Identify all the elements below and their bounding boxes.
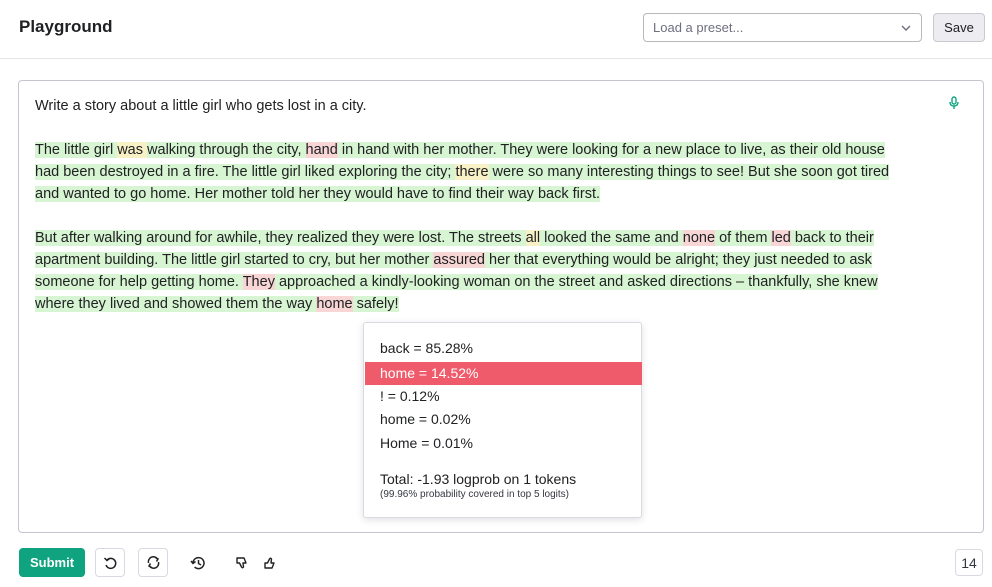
token-span[interactable]: were so many interesting things to see! … [488, 164, 890, 180]
token-span[interactable]: apartment building. The little girl star… [35, 252, 434, 268]
text-line: and wanted to go home. Her mother told h… [35, 186, 600, 202]
token-span[interactable]: all [525, 230, 541, 246]
text-line: where they lived and showed them the way… [35, 296, 399, 312]
token-span[interactable]: hand [305, 142, 338, 158]
prompt-line: Write a story about a little girl who ge… [35, 98, 367, 114]
token-span[interactable]: approached a kindly-looking woman on the… [274, 274, 878, 290]
token-span[interactable]: of them [715, 230, 772, 246]
token-span[interactable]: home [316, 296, 353, 312]
token-span[interactable]: walking through the city, [147, 142, 306, 158]
story-paragraph-2: But after walking around for awhile, the… [35, 227, 950, 315]
thumbs-down-icon [235, 556, 249, 570]
thumbs-up-icon [263, 556, 277, 570]
page-title: Playground [19, 17, 113, 36]
token-span[interactable]: in hand with her mother. They were looki… [337, 142, 885, 158]
save-button[interactable]: Save [933, 13, 985, 42]
text-line: had been destroyed in a fire. The little… [35, 164, 890, 180]
thumbs-down-button[interactable] [228, 548, 256, 577]
token-option[interactable]: home = 0.02% [365, 408, 642, 431]
preset-select[interactable]: Load a preset... [643, 13, 922, 42]
undo-button[interactable] [95, 548, 125, 577]
token-span[interactable]: her that everything would be alright; th… [485, 252, 872, 268]
token-span[interactable]: But after walking around for awhile, the… [35, 230, 526, 246]
token-option[interactable]: ! = 0.12% [365, 385, 642, 408]
regenerate-icon [146, 555, 161, 570]
undo-icon [103, 556, 117, 570]
token-span[interactable]: looked the same and [540, 230, 683, 246]
token-span[interactable]: none [682, 230, 716, 246]
token-span[interactable]: was [117, 142, 148, 158]
history-icon [190, 555, 206, 571]
chevron-down-icon [899, 21, 913, 35]
token-option[interactable]: back = 85.28% [365, 337, 642, 360]
token-span[interactable]: assured [433, 252, 485, 268]
token-option[interactable]: Home = 0.01% [365, 432, 642, 455]
token-count-badge: 14 [955, 549, 983, 576]
token-span[interactable]: had been destroyed in a fire. The little… [35, 164, 456, 180]
token-span[interactable]: where they lived and showed them the way [35, 296, 317, 312]
token-span[interactable]: safely! [352, 296, 399, 312]
probability-coverage: (99.96% probability covered in top 5 log… [380, 489, 569, 500]
text-line: The little girl was walking through the … [35, 142, 885, 158]
header-bar: Playground Load a preset... Save [0, 0, 992, 59]
thumbs-up-button[interactable] [256, 548, 284, 577]
story-paragraph-1: The little girl was walking through the … [35, 139, 950, 205]
token-span[interactable]: They [242, 274, 275, 290]
history-button[interactable] [184, 548, 212, 577]
preset-placeholder: Load a preset... [653, 20, 744, 35]
token-span[interactable]: there [455, 164, 489, 180]
submit-button[interactable]: Submit [19, 548, 85, 577]
token-span[interactable]: The little girl [35, 142, 118, 158]
regenerate-button[interactable] [138, 548, 168, 577]
token-span[interactable]: someone for help getting home. [35, 274, 243, 290]
token-span[interactable]: and wanted to go home. Her mother told h… [35, 186, 600, 202]
text-line: But after walking around for awhile, the… [35, 230, 874, 246]
logprob-total: Total: -1.93 logprob on 1 tokens [380, 471, 577, 487]
text-line: someone for help getting home. They appr… [35, 274, 878, 290]
token-probability-popup: back = 85.28% home = 14.52% ! = 0.12% ho… [363, 322, 642, 518]
token-span[interactable]: back to their [790, 230, 874, 246]
text-line: apartment building. The little girl star… [35, 252, 872, 268]
token-option-selected[interactable]: home = 14.52% [365, 362, 642, 385]
editor-text: Write a story about a little girl who ge… [35, 95, 950, 315]
token-span[interactable]: led [771, 230, 791, 246]
